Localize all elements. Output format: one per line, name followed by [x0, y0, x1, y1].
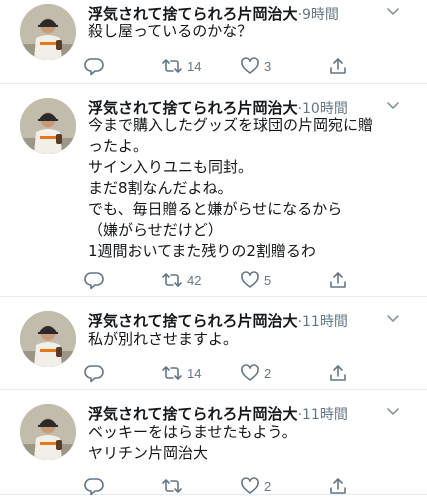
tweet-text-line: （嫌がらせだけど） [88, 221, 223, 239]
avatar[interactable] [20, 311, 76, 367]
heart-icon [240, 476, 260, 496]
retweet-button[interactable] [161, 474, 187, 498]
retweet-icon [161, 270, 183, 290]
tweet-actions: 14 2 [84, 361, 427, 385]
tweet-text: 今まで購入したグッズを球団の片岡宛に贈 ったよ。サイン入りユニも同封。 まだ8割なん… [88, 115, 415, 262]
display-name[interactable]: 浮気されて捨てられろ片岡治大 [88, 312, 298, 330]
like-count: 2 [264, 478, 272, 494]
reply-icon [84, 270, 104, 290]
tweet-actions: 42 5 [84, 268, 427, 292]
like-button[interactable]: 5 [240, 268, 271, 292]
tweet-actions: 14 3 [84, 54, 427, 78]
share-icon [328, 56, 348, 76]
retweet-icon [161, 363, 183, 383]
tweet-header: 浮気されて捨てられろ片岡治大·11時間 [88, 310, 427, 330]
reply-icon [84, 56, 104, 76]
share-icon [328, 476, 348, 496]
avatar[interactable] [20, 4, 76, 60]
reply-icon [84, 363, 104, 383]
tweet-text-line: サイン入りユニも同封。 [88, 158, 254, 176]
avatar[interactable] [20, 98, 76, 154]
timestamp[interactable]: 11時間 [302, 407, 348, 423]
tweet[interactable]: 浮気されて捨てられろ片岡治大·11時間 ベッキーをはらませたもよう。 ヤリチン片岡治… [0, 390, 427, 498]
tweet[interactable]: 浮気されて捨てられろ片岡治大·11時間 私が別れさせますよ。 14 2 [0, 297, 427, 390]
tweet-text-line: まだ8割なんだよね。 [88, 179, 233, 197]
avatar[interactable] [20, 404, 76, 460]
retweet-icon [161, 56, 183, 76]
tweet-text-line: 私が別れさせますよ。 [88, 330, 239, 348]
retweet-button[interactable]: 14 [161, 54, 201, 78]
retweet-count: 14 [187, 365, 202, 381]
reply-icon [84, 476, 104, 496]
share-icon [328, 363, 348, 383]
reply-button[interactable] [84, 474, 104, 498]
display-name[interactable]: 浮気されて捨てられろ片岡治大 [88, 405, 298, 423]
like-button[interactable]: 3 [240, 54, 271, 78]
tweet-text-line: 1週間おいてまた残りの2割贈るわ [88, 242, 316, 260]
share-button[interactable] [328, 474, 348, 498]
chevron-down-icon[interactable] [383, 401, 403, 421]
share-icon [328, 270, 348, 290]
retweet-button[interactable]: 14 [161, 361, 201, 385]
chevron-down-icon[interactable] [383, 308, 403, 328]
tweet-text: 私が別れさせますよ。 [88, 329, 415, 350]
tweet[interactable]: 浮気されて捨てられろ片岡治大·9時間 殺し屋っているのかな？ 14 3 [0, 0, 427, 84]
retweet-icon [161, 476, 183, 496]
reply-button[interactable] [84, 54, 104, 78]
chevron-down-icon[interactable] [383, 95, 403, 115]
tweet-actions: 2 [84, 474, 427, 498]
like-button[interactable]: 2 [240, 361, 271, 385]
heart-icon [240, 56, 260, 76]
like-button[interactable]: 2 [240, 474, 271, 498]
share-button[interactable] [328, 54, 348, 78]
tweet-text: ベッキーをはらませたもよう。 ヤリチン片岡治大 [88, 422, 415, 464]
tweet-feed: 浮気されて捨てられろ片岡治大·9時間 殺し屋っているのかな？ 14 3 浮気されて捨てら… [0, 0, 427, 498]
tweet-text-line: でも、毎日贈ると嫌がらせになるから [88, 200, 343, 218]
heart-icon [240, 270, 260, 290]
tweet-text-line: ったよ。 [88, 137, 149, 155]
retweet-count: 14 [187, 58, 202, 74]
reply-button[interactable] [84, 268, 104, 292]
like-count: 3 [264, 58, 272, 74]
retweet-count: 42 [187, 272, 202, 288]
reply-button[interactable] [84, 361, 104, 385]
tweet-header: 浮気されて捨てられろ片岡治大·10時間 [88, 97, 427, 117]
tweet-text-line: ベッキーをはらませたもよう。 [88, 423, 297, 441]
tweet-text-line: 殺し屋っているのかな？ [88, 22, 253, 40]
share-button[interactable] [328, 268, 348, 292]
tweet-header: 浮気されて捨てられろ片岡治大·11時間 [88, 403, 427, 423]
tweet-text: 殺し屋っているのかな？ [88, 21, 415, 42]
retweet-button[interactable]: 42 [161, 268, 201, 292]
tweet-text-line: 今まで購入したグッズを球団の片岡宛に贈 [88, 116, 374, 134]
chevron-down-icon[interactable] [383, 1, 403, 21]
like-count: 2 [264, 365, 272, 381]
heart-icon [240, 363, 260, 383]
tweet-text-line: ヤリチン片岡治大 [88, 444, 209, 462]
tweet-header: 浮気されて捨てられろ片岡治大·9時間 [88, 3, 427, 23]
tweet[interactable]: 浮気されて捨てられろ片岡治大·10時間 今まで購入したグッズを球団の片岡宛に贈 った… [0, 84, 427, 297]
share-button[interactable] [328, 361, 348, 385]
timestamp[interactable]: 11時間 [302, 314, 348, 330]
like-count: 5 [264, 272, 272, 288]
